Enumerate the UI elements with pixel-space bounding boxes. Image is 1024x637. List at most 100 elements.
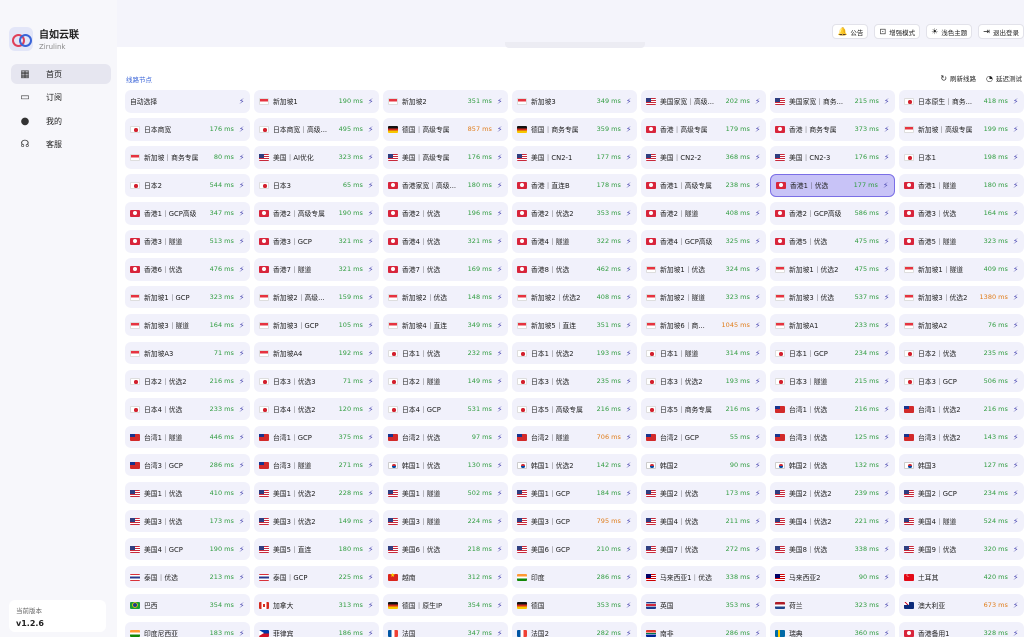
node-card[interactable]: 法国2 282 ms ⚡ <box>512 621 637 637</box>
node-card[interactable]: 香港｜高级专属 179 ms ⚡ <box>641 117 766 141</box>
node-card[interactable]: 美国4｜优选2 221 ms ⚡ <box>770 509 895 533</box>
node-card[interactable]: 美国｜CN2-1 177 ms ⚡ <box>512 145 637 169</box>
lightning-icon[interactable]: ⚡ <box>1013 349 1019 358</box>
node-card[interactable]: 新加坡3｜优选 537 ms ⚡ <box>770 285 895 309</box>
lightning-icon[interactable]: ⚡ <box>755 545 761 554</box>
node-card[interactable]: 香港6｜优选 476 ms ⚡ <box>125 257 250 281</box>
node-card[interactable]: 美国6｜优选 218 ms ⚡ <box>383 537 508 561</box>
lightning-icon[interactable]: ⚡ <box>755 97 761 106</box>
lightning-icon[interactable]: ⚡ <box>755 349 761 358</box>
lightning-icon[interactable]: ⚡ <box>497 181 503 190</box>
node-card[interactable]: 泰国｜GCP 225 ms ⚡ <box>254 565 379 589</box>
lightning-icon[interactable]: ⚡ <box>497 293 503 302</box>
node-card[interactable]: 日本5｜高级专属 216 ms ⚡ <box>512 397 637 421</box>
lightning-icon[interactable]: ⚡ <box>755 153 761 162</box>
node-card[interactable]: 美国1｜隧道 502 ms ⚡ <box>383 481 508 505</box>
node-card[interactable]: 台湾2｜优选 97 ms ⚡ <box>383 425 508 449</box>
node-card[interactable]: 香港3｜GCP 321 ms ⚡ <box>254 229 379 253</box>
node-card[interactable]: 美国4｜GCP 190 ms ⚡ <box>125 537 250 561</box>
lightning-icon[interactable]: ⚡ <box>1013 573 1019 582</box>
node-card[interactable]: 日本3｜隧道 215 ms ⚡ <box>770 369 895 393</box>
node-card[interactable]: 日本1｜隧道 314 ms ⚡ <box>641 341 766 365</box>
lightning-icon[interactable]: ⚡ <box>884 237 890 246</box>
node-card[interactable]: 香港7｜隧道 321 ms ⚡ <box>254 257 379 281</box>
node-card[interactable]: 马来西亚2 90 ms ⚡ <box>770 565 895 589</box>
node-card[interactable]: 香港4｜优选 321 ms ⚡ <box>383 229 508 253</box>
lightning-icon[interactable]: ⚡ <box>626 545 632 554</box>
node-card[interactable]: 台湾1｜优选 216 ms ⚡ <box>770 397 895 421</box>
lightning-icon[interactable]: ⚡ <box>497 573 503 582</box>
node-card[interactable]: 新加坡A3 71 ms ⚡ <box>125 341 250 365</box>
node-card[interactable]: 新加坡A2 76 ms ⚡ <box>899 313 1024 337</box>
lightning-icon[interactable]: ⚡ <box>1013 125 1019 134</box>
lightning-icon[interactable]: ⚡ <box>626 573 632 582</box>
node-card[interactable]: 美国8｜优选 338 ms ⚡ <box>770 537 895 561</box>
lightning-icon[interactable]: ⚡ <box>368 573 374 582</box>
node-card[interactable]: 美国｜CN2-2 368 ms ⚡ <box>641 145 766 169</box>
lightning-icon[interactable]: ⚡ <box>626 265 632 274</box>
lightning-icon[interactable]: ⚡ <box>497 97 503 106</box>
node-card[interactable]: 日本2｜优选2 216 ms ⚡ <box>125 369 250 393</box>
lightning-icon[interactable]: ⚡ <box>239 629 245 637</box>
lightning-icon[interactable]: ⚡ <box>1013 433 1019 442</box>
node-card[interactable]: 美国｜CN2-3 176 ms ⚡ <box>770 145 895 169</box>
node-card[interactable]: 瑞典 360 ms ⚡ <box>770 621 895 637</box>
lightning-icon[interactable]: ⚡ <box>755 433 761 442</box>
lightning-icon[interactable]: ⚡ <box>755 461 761 470</box>
lightning-icon[interactable]: ⚡ <box>239 489 245 498</box>
lightning-icon[interactable]: ⚡ <box>884 517 890 526</box>
node-card[interactable]: 新加坡1｜优选 324 ms ⚡ <box>641 257 766 281</box>
node-card[interactable]: 美国｜高级专属 176 ms ⚡ <box>383 145 508 169</box>
lightning-icon[interactable]: ⚡ <box>239 601 245 610</box>
lightning-icon[interactable]: ⚡ <box>497 349 503 358</box>
node-card[interactable]: 美国3｜隧道 224 ms ⚡ <box>383 509 508 533</box>
node-card[interactable]: 美国7｜优选 272 ms ⚡ <box>641 537 766 561</box>
lightning-icon[interactable]: ⚡ <box>239 349 245 358</box>
latency-test-button[interactable]: ◔ 延迟测试 <box>986 73 1022 84</box>
lightning-icon[interactable]: ⚡ <box>1013 405 1019 414</box>
lightning-icon[interactable]: ⚡ <box>239 377 245 386</box>
lightning-icon[interactable]: ⚡ <box>1013 153 1019 162</box>
lightning-icon[interactable]: ⚡ <box>626 237 632 246</box>
lightning-icon[interactable]: ⚡ <box>368 629 374 637</box>
node-card[interactable]: 日本2 544 ms ⚡ <box>125 173 250 197</box>
node-card[interactable]: 美国1｜GCP 184 ms ⚡ <box>512 481 637 505</box>
lightning-icon[interactable]: ⚡ <box>239 405 245 414</box>
node-card[interactable]: 美国5｜直连 180 ms ⚡ <box>254 537 379 561</box>
node-card[interactable]: 美国1｜优选2 228 ms ⚡ <box>254 481 379 505</box>
lightning-icon[interactable]: ⚡ <box>755 601 761 610</box>
lightning-icon[interactable]: ⚡ <box>368 209 374 218</box>
node-card[interactable]: 新加坡1｜GCP 323 ms ⚡ <box>125 285 250 309</box>
lightning-icon[interactable]: ⚡ <box>884 209 890 218</box>
node-card[interactable]: 美国家宽｜商务... 215 ms ⚡ <box>770 90 895 113</box>
lightning-icon[interactable]: ⚡ <box>884 321 890 330</box>
node-card[interactable]: 美国4｜优选 211 ms ⚡ <box>641 509 766 533</box>
node-card[interactable]: 日本1｜优选2 193 ms ⚡ <box>512 341 637 365</box>
node-card[interactable]: 香港2｜隧道 408 ms ⚡ <box>641 201 766 225</box>
lightning-icon[interactable]: ⚡ <box>497 461 503 470</box>
lightning-icon[interactable]: ⚡ <box>497 629 503 637</box>
lightning-icon[interactable]: ⚡ <box>1013 209 1019 218</box>
lightning-icon[interactable]: ⚡ <box>755 265 761 274</box>
node-card[interactable]: 台湾1｜优选2 216 ms ⚡ <box>899 397 1024 421</box>
node-card[interactable]: 新加坡5｜直连 351 ms ⚡ <box>512 313 637 337</box>
lightning-icon[interactable]: ⚡ <box>1013 293 1019 302</box>
lightning-icon[interactable]: ⚡ <box>884 545 890 554</box>
lightning-icon[interactable]: ⚡ <box>755 405 761 414</box>
node-card[interactable]: 土耳其 420 ms ⚡ <box>899 565 1024 589</box>
node-card[interactable]: 德国 353 ms ⚡ <box>512 593 637 617</box>
node-card[interactable]: 美国2｜优选2 239 ms ⚡ <box>770 481 895 505</box>
lightning-icon[interactable]: ⚡ <box>497 377 503 386</box>
sidebar-item-2[interactable]: ● 我的 <box>11 111 111 131</box>
node-card[interactable]: 新加坡｜商务专属 80 ms ⚡ <box>125 145 250 169</box>
lightning-icon[interactable]: ⚡ <box>884 433 890 442</box>
node-card[interactable]: 日本4｜优选2 120 ms ⚡ <box>254 397 379 421</box>
node-card[interactable]: 新加坡2 351 ms ⚡ <box>383 90 508 113</box>
lightning-icon[interactable]: ⚡ <box>1013 601 1019 610</box>
node-card[interactable]: 美国2｜优选 173 ms ⚡ <box>641 481 766 505</box>
node-card[interactable]: 新加坡A1 233 ms ⚡ <box>770 313 895 337</box>
node-card[interactable]: 日本1｜优选 232 ms ⚡ <box>383 341 508 365</box>
node-card[interactable]: 美国1｜优选 410 ms ⚡ <box>125 481 250 505</box>
node-card[interactable]: 韩国2｜优选 132 ms ⚡ <box>770 453 895 477</box>
lightning-icon[interactable]: ⚡ <box>497 153 503 162</box>
